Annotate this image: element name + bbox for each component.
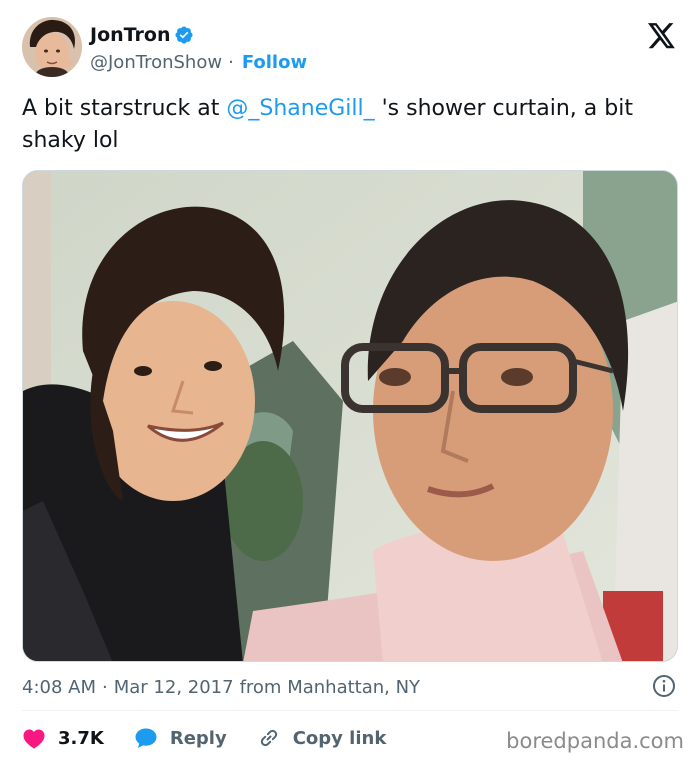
author-names: JonTron @JonTronShow · Follow	[90, 23, 307, 75]
tweet-text-start: A bit starstruck at	[22, 96, 227, 121]
tweet-time[interactable]: 4:08 AM	[22, 677, 96, 698]
separator-dot: ·	[102, 676, 108, 698]
like-count: 3.7K	[58, 727, 104, 749]
tweet-location: from Manhattan, NY	[239, 676, 421, 698]
heart-icon	[23, 729, 45, 749]
link-icon	[260, 729, 277, 747]
watermark: boredpanda.com	[506, 729, 684, 753]
handle[interactable]: @JonTronShow	[90, 52, 222, 73]
display-name[interactable]: JonTron	[90, 24, 170, 46]
separator-dot: ·	[228, 51, 234, 73]
tweet-date[interactable]: Mar 12, 2017	[114, 677, 234, 698]
avatar[interactable]	[22, 17, 82, 77]
follow-button[interactable]: Follow	[242, 52, 307, 73]
x-logo-icon[interactable]	[648, 23, 676, 49]
like-button[interactable]: 3.7K	[22, 727, 104, 749]
reply-label: Reply	[169, 727, 227, 749]
copy-link-label: Copy link	[292, 727, 387, 749]
info-icon[interactable]	[652, 674, 676, 698]
tweet-photo[interactable]	[22, 170, 678, 662]
tweet-text: A bit starstruck at @_ShaneGill_ 's show…	[22, 93, 678, 157]
verified-badge-icon	[175, 26, 194, 44]
divider	[22, 710, 678, 711]
tweet-metadata: 4:08 AM · Mar 12, 2017 from Manhattan, N…	[22, 673, 678, 701]
speech-bubble-icon	[135, 728, 157, 748]
tweet-header: JonTron @JonTronShow · Follow	[22, 17, 678, 79]
mention-link[interactable]: @_ShaneGill_	[226, 96, 374, 121]
reply-button[interactable]: Reply	[134, 727, 227, 749]
copy-link-button[interactable]: Copy link	[257, 726, 387, 750]
tweet-actions: 3.7K Reply Copy link	[22, 722, 416, 754]
